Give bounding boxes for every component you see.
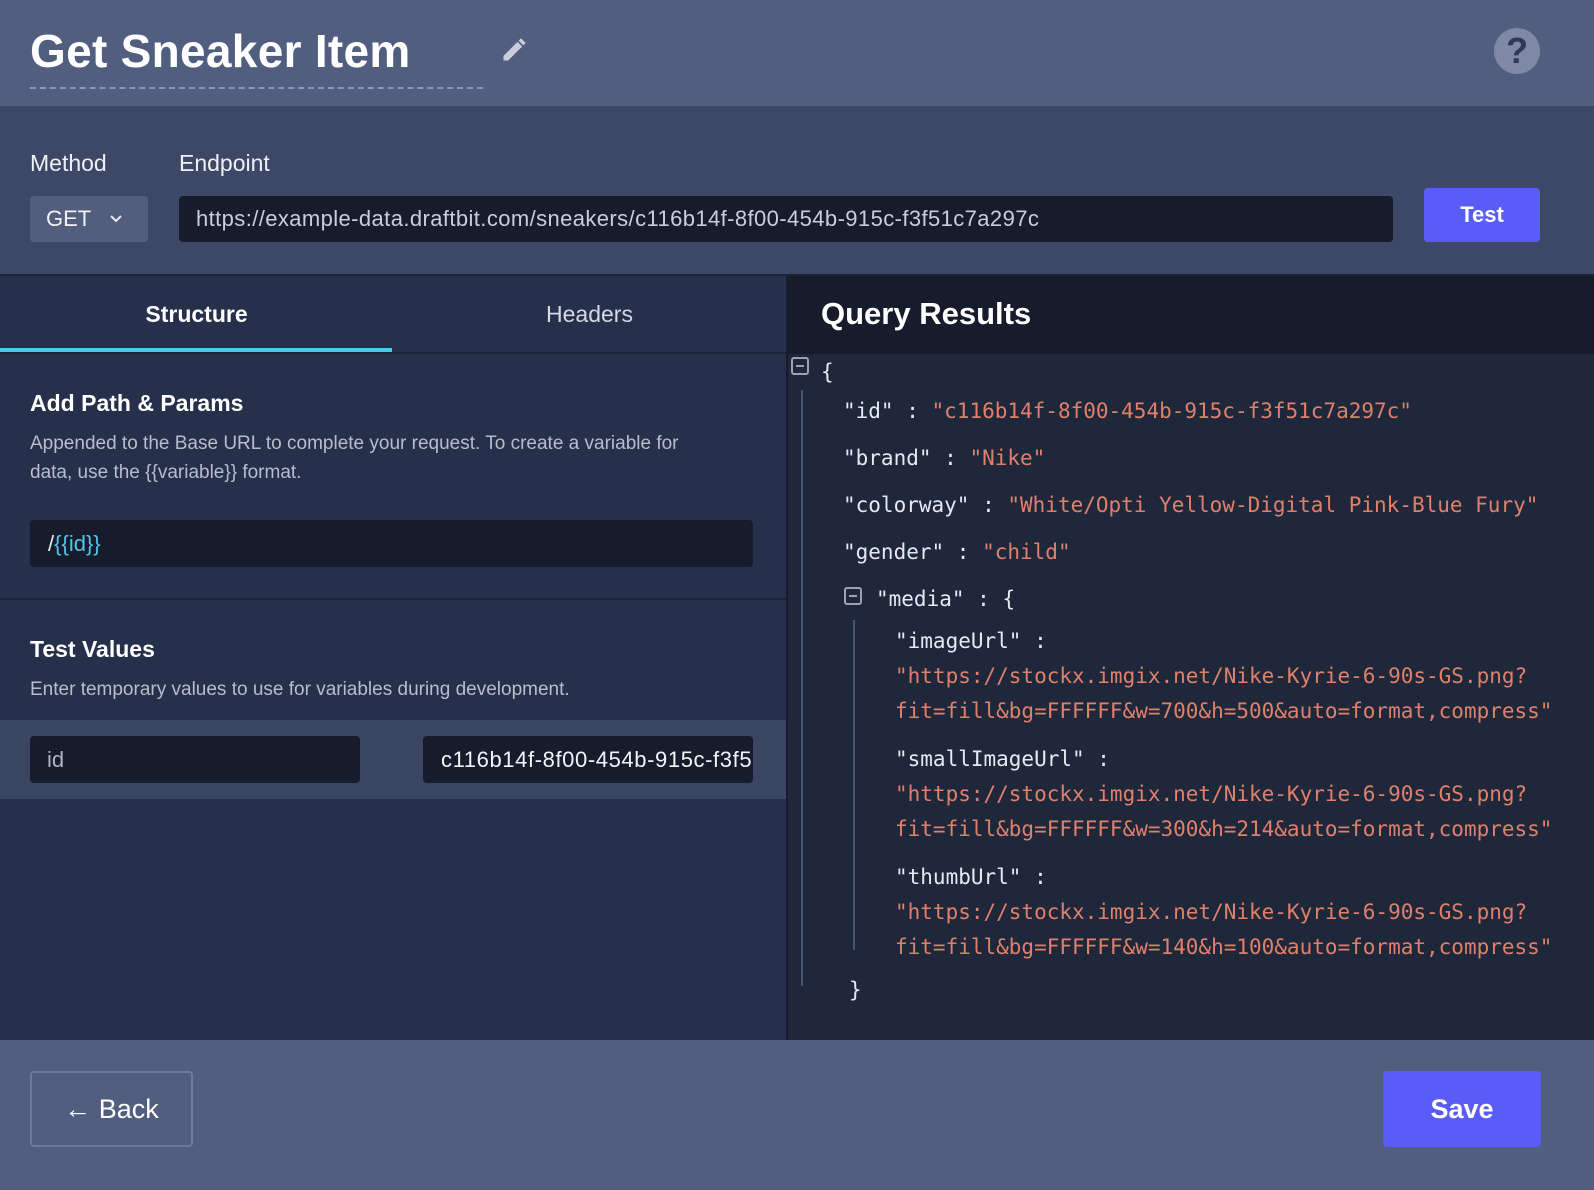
test-value-key-field[interactable]: id [30,736,360,783]
collapse-media-icon[interactable] [844,587,862,605]
collapse-root-icon[interactable] [791,357,809,375]
json-key-media: "media" [876,587,965,611]
path-params-description-2: data, use the {{variable}} format. [30,462,302,483]
back-button[interactable]: ← Back [30,1071,193,1147]
test-values-description: Enter temporary values to use for variab… [30,679,570,700]
json-key-imageurl: "imageUrl" : [895,629,1047,653]
endpoint-input[interactable] [179,196,1393,242]
json-line-id: "id" : "c116b14f-8f00-454b-915c-f3f51c7a… [843,399,1412,423]
json-line-colorway: "colorway" : "White/Opti Yellow-Digital … [843,493,1539,517]
indent-guide-root [801,390,803,986]
indent-guide-media [853,620,855,950]
json-key-brand: "brand" [843,446,932,470]
title-underline [30,87,483,89]
tab-structure[interactable]: Structure [0,276,393,352]
json-value-brand: "Nike" [969,446,1046,470]
save-button[interactable]: Save [1383,1071,1541,1147]
json-value-smallimageurl-2: fit=fill&bg=FFFFFF&w=300&h=214&auto=form… [895,817,1553,841]
page-title[interactable]: Get Sneaker Item [30,24,411,78]
path-params-title: Add Path & Params [30,390,244,416]
json-line-media: "media" : { [876,587,1016,611]
test-value-row: id c116b14f-8f00-454b-915c-f3f51c7a297c [0,720,786,799]
json-value-thumburl-1: "https://stockx.imgix.net/Nike-Kyrie-6-9… [895,900,1528,924]
request-bar: Method Endpoint GET Test [0,108,1594,276]
query-results-header: Query Results [788,276,1594,354]
chevron-down-icon [110,215,122,223]
json-value-colorway: "White/Opti Yellow-Digital Pink-Blue Fur… [1007,493,1539,517]
test-button[interactable]: Test [1424,188,1540,242]
json-key-smallimageurl: "smallImageUrl" : [895,747,1110,771]
json-value-imageurl-1: "https://stockx.imgix.net/Nike-Kyrie-6-9… [895,664,1528,688]
json-value-imageurl-2: fit=fill&bg=FFFFFF&w=700&h=500&auto=form… [895,699,1553,723]
active-tab-indicator [0,348,392,352]
path-params-description-1: Appended to the Base URL to complete you… [30,433,679,454]
tab-bar: Structure Headers [0,276,786,354]
json-media-close-brace: } [849,978,862,1002]
json-value-gender: "child" [982,540,1071,564]
endpoint-label: Endpoint [179,150,270,176]
tab-headers[interactable]: Headers [393,276,786,352]
method-label: Method [30,150,107,176]
json-key-gender: "gender" [843,540,945,564]
test-values-title: Test Values [30,636,155,662]
json-line-gender: "gender" : "child" [843,540,1071,564]
json-key-colorway: "colorway" [843,493,970,517]
json-key-id: "id" [843,399,894,423]
json-open-brace: { [821,360,834,384]
path-input[interactable]: /{{id}} [30,520,753,567]
path-variable: {{id}} [54,531,101,556]
pencil-icon[interactable] [500,36,528,64]
footer-bar: ← Back Save [0,1040,1594,1190]
json-media-open-brace: { [1002,587,1016,611]
json-viewer: { "id" : "c116b14f-8f00-454b-915c-f3f51c… [788,354,1594,1040]
method-value: GET [46,206,92,231]
section-divider [0,598,786,600]
json-value-smallimageurl-1: "https://stockx.imgix.net/Nike-Kyrie-6-9… [895,782,1528,806]
structure-panel: Structure Headers Add Path & Params Appe… [0,276,786,1040]
page-header: Get Sneaker Item ? [0,0,1594,108]
query-results-panel: Query Results { "id" : "c116b14f-8f00-45… [786,276,1594,1040]
test-value-value-field[interactable]: c116b14f-8f00-454b-915c-f3f51c7a297c [423,736,753,783]
json-value-id: "c116b14f-8f00-454b-915c-f3f51c7a297c" [931,399,1412,423]
help-icon[interactable]: ? [1494,28,1540,74]
json-line-brand: "brand" : "Nike" [843,446,1046,470]
json-key-thumburl: "thumbUrl" : [895,865,1047,889]
json-value-thumburl-2: fit=fill&bg=FFFFFF&w=140&h=100&auto=form… [895,935,1553,959]
method-select[interactable]: GET [30,196,148,242]
query-results-title: Query Results [821,296,1032,331]
